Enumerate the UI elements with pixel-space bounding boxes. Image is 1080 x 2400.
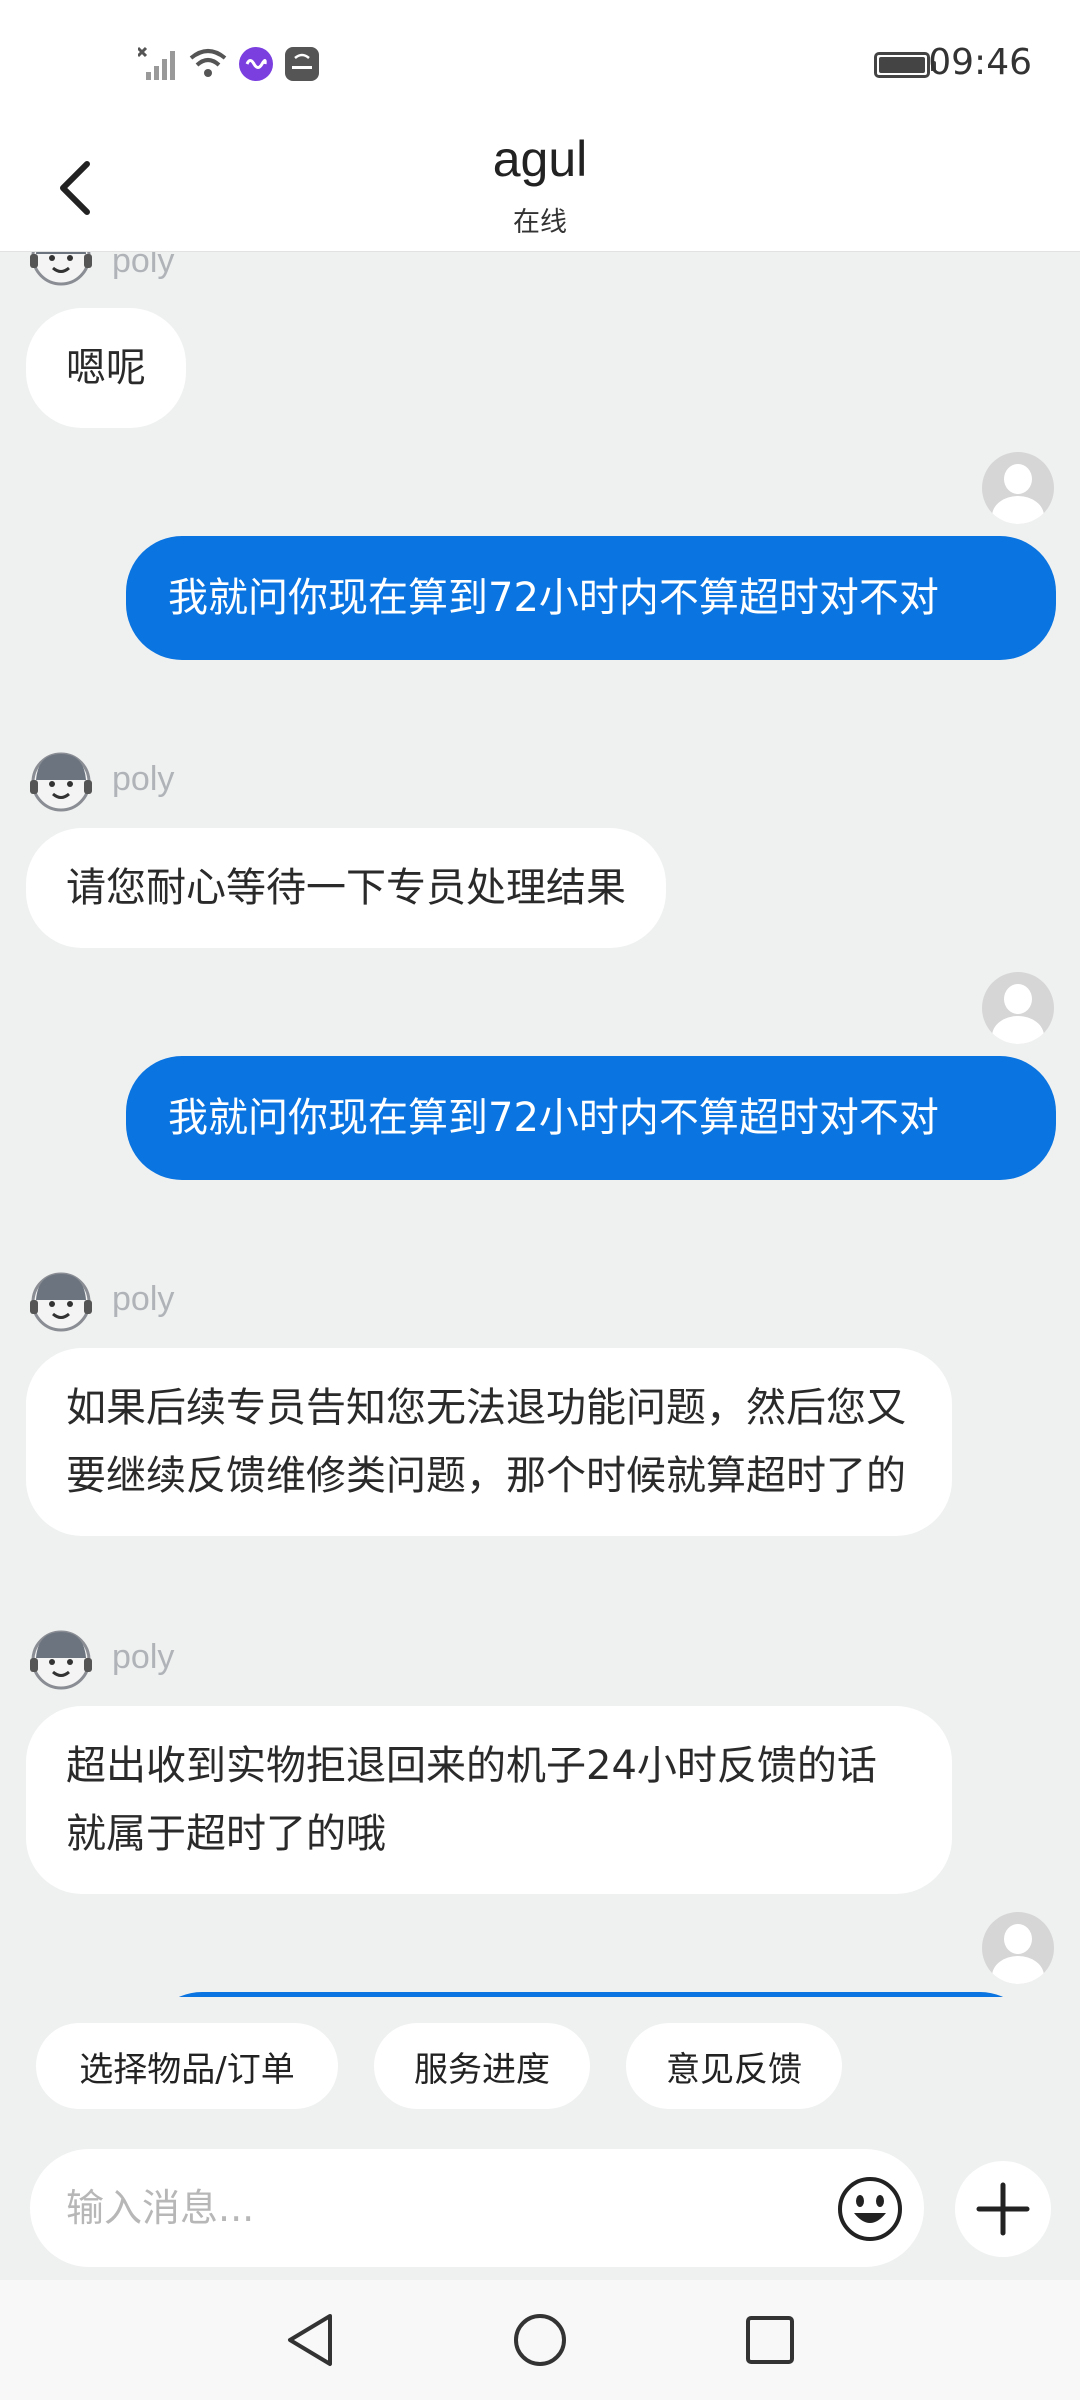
message-input-container [30, 2149, 924, 2267]
link-app-icon [239, 47, 273, 81]
user-message-bubble[interactable]: 我就问你现在算到72小时内不算超时对不对 [126, 536, 1056, 660]
nav-back-button[interactable] [278, 2308, 342, 2372]
feedback-chip[interactable]: 意见反馈 [626, 2023, 842, 2109]
triangle-back-icon [288, 2314, 332, 2366]
plus-icon [976, 2182, 1030, 2236]
agent-message-bubble[interactable]: 请您耐心等待一下专员处理结果 [26, 828, 666, 948]
nav-home-button[interactable] [508, 2308, 572, 2372]
agent-avatar-icon [30, 1630, 92, 1690]
wifi-icon [189, 49, 227, 77]
user-message-bubble[interactable]: 我就问你现在算到72小时内不算超时对不对 [126, 1056, 1056, 1180]
agent-message-bubble[interactable]: 如果后续专员告知您无法退功能问题，然后您又要继续反馈维修类问题，那个时候就算超时… [26, 1348, 952, 1536]
online-status: 在线 [513, 207, 567, 238]
agent-message-bubble[interactable]: 超出收到实物拒退回来的机子24小时反馈的话就属于超时了的哦 [26, 1706, 952, 1894]
chat-title: agul [492, 131, 588, 187]
agent-avatar-icon [30, 752, 92, 812]
chat-header: agul 在线 [0, 130, 1080, 252]
status-time: 09:46 [928, 42, 1032, 83]
service-progress-chip[interactable]: 服务进度 [374, 2023, 590, 2109]
status-icons [138, 44, 320, 84]
battery-icon [874, 52, 936, 78]
no-signal-icon [138, 46, 175, 80]
agent-avatar-icon [30, 1272, 92, 1332]
agent-message-bubble[interactable]: 嗯呢 [26, 308, 186, 428]
agent-name: poly [112, 760, 175, 798]
message-composer [0, 2137, 1080, 2280]
chat-message-list[interactable]: poly 嗯呢 我就问你现在算到72小时内不算超时对不对 poly 请您耐心等待… [0, 252, 1080, 1997]
agent-avatar-icon [30, 252, 92, 286]
status-bar: 09:46 [0, 0, 1080, 130]
message-input[interactable] [66, 2149, 826, 2267]
agent-name: poly [112, 1638, 175, 1676]
emoji-icon[interactable] [836, 2175, 904, 2243]
select-order-chip[interactable]: 选择物品/订单 [36, 2023, 338, 2109]
add-attachment-button[interactable] [955, 2161, 1051, 2257]
agent-name: poly [112, 1280, 175, 1318]
user-avatar-icon [982, 972, 1054, 1044]
nav-recents-button[interactable] [738, 2308, 802, 2372]
quick-actions-bar: 选择物品/订单 服务进度 意见反馈 [0, 1997, 1080, 2137]
system-navigation-bar [0, 2280, 1080, 2400]
user-avatar-icon [982, 452, 1054, 524]
agent-name: poly [112, 252, 175, 280]
square-recents-icon [746, 2316, 794, 2364]
circle-home-icon [514, 2314, 566, 2366]
huawei-app-icon [285, 47, 319, 81]
user-avatar-icon [982, 1912, 1054, 1984]
